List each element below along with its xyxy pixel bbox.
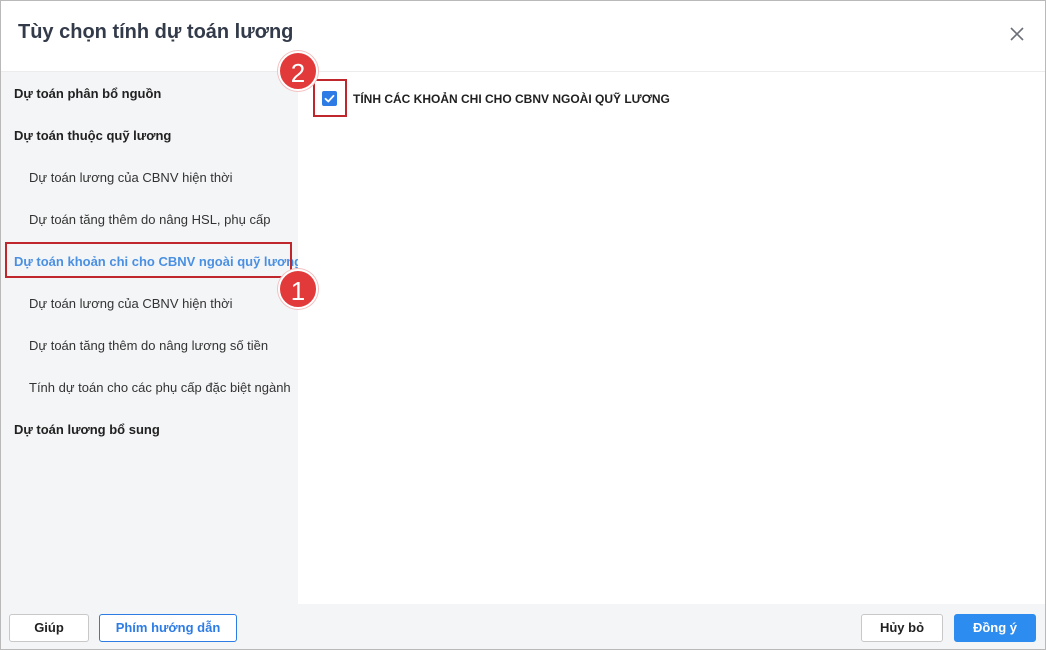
sidebar-item-label: Dự toán lương của CBNV hiện thời (29, 170, 233, 185)
sidebar-item-current-staff-salary-2[interactable]: Dự toán lương của CBNV hiện thời (1, 284, 298, 324)
ok-button[interactable]: Đồng ý (954, 614, 1036, 642)
sidebar-item-label: Dự toán tăng thêm do nâng lương số tiền (29, 338, 269, 353)
sidebar-item-current-staff-salary[interactable]: Dự toán lương của CBNV hiện thời (1, 158, 298, 198)
dialog-footer: Giúp Phím hướng dẫn Hủy bỏ Đồng ý (1, 604, 1045, 649)
cancel-button[interactable]: Hủy bỏ (861, 614, 943, 642)
close-icon (1003, 21, 1029, 47)
sidebar-item-amount-increase[interactable]: Dự toán tăng thêm do nâng lương số tiền (1, 326, 298, 366)
sidebar-item-label: Tính dự toán cho các phụ cấp đặc biệt ng… (29, 380, 291, 395)
sidebar-item-resource-allocation[interactable]: Dự toán phân bổ nguồn (1, 74, 298, 114)
sidebar-item-label: Dự toán phân bổ nguồn (14, 86, 162, 101)
sidebar-highlight-box (5, 242, 292, 278)
dialog-title: Tùy chọn tính dự toán lương (18, 21, 294, 43)
outside-fund-checkbox[interactable] (322, 91, 337, 106)
help-button[interactable]: Giúp (9, 614, 89, 642)
sidebar-item-label: Dự toán lương của CBNV hiện thời (29, 296, 233, 311)
sidebar-item-label: Dự toán lương bổ sung (14, 422, 160, 437)
step-badge-2: 2 (278, 51, 318, 91)
sidebar-item-hsl-increase[interactable]: Dự toán tăng thêm do nâng HSL, phụ cấp (1, 200, 298, 240)
sidebar-item-label: Dự toán thuộc quỹ lương (14, 128, 172, 143)
sidebar-item-supplementary[interactable]: Dự toán lương bổ sung (1, 410, 298, 450)
shortcut-keys-button[interactable]: Phím hướng dẫn (99, 614, 237, 642)
dialog-header: Tùy chọn tính dự toán lương (1, 1, 1045, 72)
options-content (298, 72, 1045, 604)
checkmark-icon (322, 91, 337, 106)
budget-options-dialog: Tùy chọn tính dự toán lương Dự toán phân… (0, 0, 1046, 650)
sidebar-item-salary-fund[interactable]: Dự toán thuộc quỹ lương (1, 116, 298, 156)
checkbox-label: TÍNH CÁC KHOẢN CHI CHO CBNV NGOÀI QUỸ LƯ… (353, 92, 670, 106)
sidebar-item-label: Dự toán tăng thêm do nâng HSL, phụ cấp (29, 212, 271, 227)
close-button[interactable] (1003, 21, 1029, 47)
options-sidebar: Dự toán phân bổ nguồn Dự toán thuộc quỹ … (1, 72, 302, 604)
sidebar-item-special-allowance[interactable]: Tính dự toán cho các phụ cấp đặc biệt ng… (1, 368, 298, 408)
step-badge-1: 1 (278, 269, 318, 309)
